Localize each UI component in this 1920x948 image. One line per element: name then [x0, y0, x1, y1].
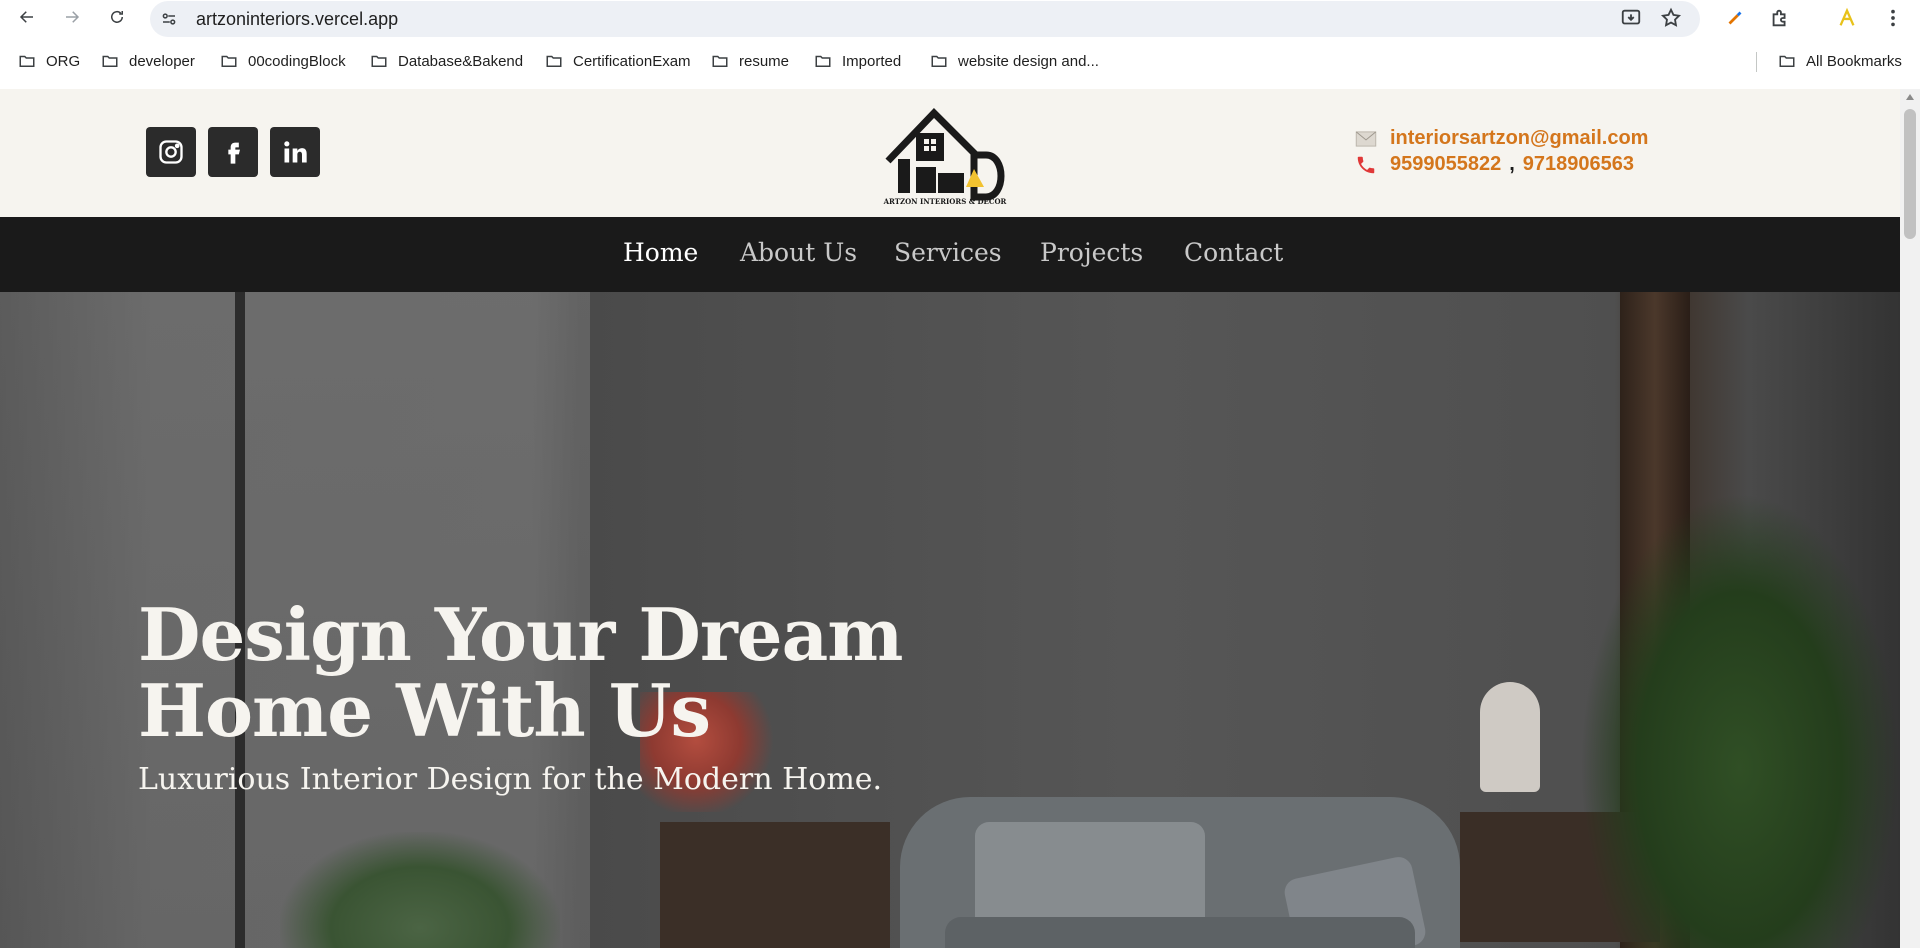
folder-icon	[19, 55, 35, 67]
bookmarks-bar: ORG developer 00codingBlock Database&Bak…	[0, 44, 1920, 82]
email-contact[interactable]: interiorsartzon@gmail.com	[1354, 127, 1648, 150]
page-viewport: ARTZON INTERIORS & DECOR interiorsartzon…	[0, 89, 1900, 948]
house-logo-icon	[885, 107, 1005, 201]
bookmark-label: Imported	[842, 52, 902, 70]
phone-number-1[interactable]: 9599055822	[1390, 153, 1501, 176]
nav-home[interactable]: Home	[623, 238, 698, 267]
site-header: ARTZON INTERIORS & DECOR interiorsartzon…	[0, 89, 1900, 217]
folder-icon	[371, 55, 387, 67]
hero-title: Design Your Dream Home With Us	[138, 592, 903, 753]
folder-icon	[712, 55, 728, 67]
hero-title-line-1: Design Your Dream	[138, 592, 903, 677]
scroll-thumb[interactable]	[1904, 109, 1916, 239]
facebook-link[interactable]	[208, 127, 258, 177]
page-scrollbar[interactable]	[1900, 89, 1920, 948]
phone-icon	[1354, 155, 1378, 175]
hero-background-cushion	[975, 822, 1205, 932]
star-icon	[1660, 7, 1682, 27]
linkedin-icon	[284, 141, 307, 163]
bookmark-star-button[interactable]	[1658, 5, 1684, 31]
back-arrow-icon	[19, 11, 33, 23]
bookmarks-divider	[1756, 52, 1757, 72]
hero-background-plant	[280, 832, 560, 948]
hero-background-shelf	[660, 822, 890, 948]
back-button[interactable]	[12, 2, 42, 32]
phone-contact[interactable]: 9599055822 , 9718906563	[1354, 153, 1634, 176]
bookmark-folder[interactable]: 00codingBlock	[220, 52, 346, 70]
profile-extension[interactable]	[1834, 5, 1860, 31]
email-text[interactable]: interiorsartzon@gmail.com	[1390, 127, 1648, 150]
bookmark-label: resume	[739, 52, 790, 70]
site-logo[interactable]: ARTZON INTERIORS & DECOR	[878, 99, 1012, 207]
folder-icon	[815, 55, 831, 67]
nav-contact[interactable]: Contact	[1184, 238, 1283, 267]
instagram-link[interactable]	[146, 127, 196, 177]
reload-button[interactable]	[102, 2, 132, 32]
extensions-button[interactable]	[1767, 5, 1793, 31]
bookmark-folder[interactable]: resume	[711, 52, 789, 70]
folder-icon	[931, 55, 947, 67]
bookmark-folder[interactable]: Imported	[814, 52, 901, 70]
install-icon	[1621, 9, 1641, 25]
color-picker-extension[interactable]	[1722, 5, 1748, 31]
bookmark-label: 00codingBlock	[248, 52, 346, 70]
hero-background-statue	[1480, 682, 1540, 792]
nav-about-us[interactable]: About Us	[740, 238, 857, 267]
folder-icon	[221, 55, 237, 67]
address-bar[interactable]: artzoninteriors.vercel.app	[150, 1, 1700, 37]
folder-icon	[1779, 55, 1795, 67]
forward-arrow-icon	[66, 11, 80, 23]
bookmark-label: ORG	[46, 52, 81, 70]
main-navigation: Home About Us Services Projects Contact	[0, 217, 1900, 292]
bookmark-label: All Bookmarks	[1806, 52, 1902, 70]
facebook-icon	[228, 142, 240, 164]
letter-a-icon	[1839, 7, 1855, 26]
kebab-menu-icon	[1891, 9, 1895, 27]
bookmark-label: developer	[129, 52, 195, 70]
site-settings-icon[interactable]	[160, 10, 178, 28]
reload-icon	[111, 10, 123, 23]
eyedropper-icon	[1728, 11, 1742, 25]
url-text[interactable]: artzoninteriors.vercel.app	[196, 9, 398, 30]
bookmark-folder[interactable]: ORG	[18, 52, 80, 70]
bookmark-label: Database&Bakend	[398, 52, 524, 70]
bookmark-label: website design and...	[958, 52, 1099, 70]
bookmark-folder[interactable]: CertificationExam	[545, 52, 691, 70]
browser-menu-button[interactable]	[1880, 5, 1906, 31]
nav-projects[interactable]: Projects	[1040, 238, 1143, 267]
hero-background-plant	[1580, 492, 1900, 948]
phone-separator: ,	[1509, 153, 1515, 175]
folder-icon	[102, 55, 118, 67]
scroll-up-arrow-icon[interactable]	[1906, 94, 1914, 100]
hero-section: Design Your Dream Home With Us Luxurious…	[0, 292, 1900, 948]
hero-title-line-2: Home With Us	[138, 668, 711, 753]
browser-toolbar: artzoninteriors.vercel.app	[0, 0, 1920, 37]
bookmark-folder[interactable]: Database&Bakend	[370, 52, 523, 70]
hero-background-sofa-seat	[945, 917, 1415, 948]
install-app-button[interactable]	[1618, 5, 1644, 31]
linkedin-link[interactable]	[270, 127, 320, 177]
envelope-icon	[1354, 129, 1378, 149]
hero-subtitle: Luxurious Interior Design for the Modern…	[138, 762, 883, 797]
puzzle-icon	[1772, 9, 1786, 27]
bookmark-folder[interactable]: website design and...	[930, 52, 1099, 70]
instagram-icon	[159, 140, 183, 164]
nav-services[interactable]: Services	[894, 238, 1002, 267]
logo-text: ARTZON INTERIORS & DECOR	[883, 197, 1007, 206]
bookmark-label: CertificationExam	[573, 52, 691, 70]
folder-icon	[546, 55, 562, 67]
bookmark-folder[interactable]: developer	[101, 52, 195, 70]
phone-number-2[interactable]: 9718906563	[1523, 153, 1634, 176]
all-bookmarks-folder[interactable]: All Bookmarks	[1778, 52, 1902, 70]
forward-button[interactable]	[57, 2, 87, 32]
